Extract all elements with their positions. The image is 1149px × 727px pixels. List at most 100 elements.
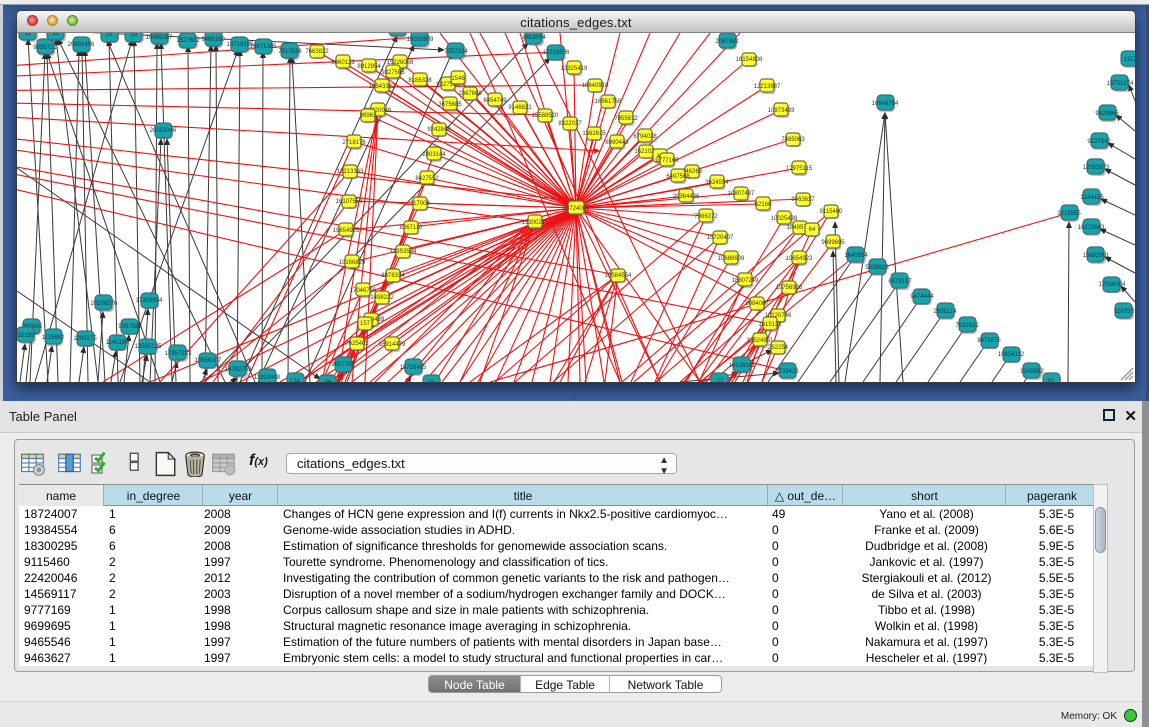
svg-text:8267110: 8267110 <box>400 225 424 231</box>
svg-text:11: 11 <box>25 33 32 37</box>
svg-text:92: 92 <box>1048 379 1055 382</box>
svg-text:8322037: 8322037 <box>558 121 582 127</box>
svg-text:1115682: 1115682 <box>42 335 65 341</box>
svg-text:9777169: 9777169 <box>655 158 679 164</box>
svg-text:15692901: 15692901 <box>1083 253 1110 259</box>
svg-text:1117: 1117 <box>1124 57 1135 63</box>
svg-text:17: 17 <box>717 379 724 382</box>
svg-text:15: 15 <box>428 380 435 382</box>
svg-text:8454749: 8454749 <box>483 98 507 104</box>
svg-text:19584554: 19584554 <box>605 273 632 279</box>
svg-text:9657791: 9657791 <box>331 362 355 368</box>
svg-text:1615132: 1615132 <box>758 322 782 328</box>
svg-text:12213383: 12213383 <box>337 169 364 175</box>
svg-text:11923448: 11923448 <box>254 375 281 381</box>
svg-text:7515526: 7515526 <box>278 49 302 55</box>
svg-text:8912954: 8912954 <box>357 64 381 70</box>
svg-text:9245652: 9245652 <box>1020 369 1044 375</box>
svg-text:6879197: 6879197 <box>888 279 912 285</box>
svg-text:1244415: 1244415 <box>1080 195 1104 201</box>
svg-text:7357224: 7357224 <box>444 49 468 55</box>
svg-text:16782759: 16782759 <box>225 367 252 373</box>
svg-text:16543382: 16543382 <box>369 84 396 90</box>
svg-text:15716485: 15716485 <box>400 365 427 371</box>
svg-text:1145194: 1145194 <box>106 340 130 346</box>
svg-text:13325419: 13325419 <box>561 66 588 72</box>
svg-text:2087682: 2087682 <box>715 39 739 45</box>
svg-text:2718176: 2718176 <box>342 140 366 146</box>
svg-text:9146821: 9146821 <box>508 105 532 111</box>
svg-text:9329966: 9329966 <box>1095 111 1119 117</box>
svg-text:9084067: 9084067 <box>745 301 769 307</box>
svg-text:117006: 117006 <box>410 201 430 207</box>
svg-text:6794028: 6794028 <box>633 134 657 140</box>
svg-text:8990448: 8990448 <box>605 140 629 146</box>
svg-text:14136141: 14136141 <box>729 363 756 369</box>
svg-text:64: 64 <box>809 227 816 233</box>
svg-text:3675685: 3675685 <box>438 102 462 108</box>
svg-text:12093873: 12093873 <box>1083 165 1110 171</box>
svg-text:12213987: 12213987 <box>754 84 781 90</box>
svg-text:157: 157 <box>360 321 371 327</box>
svg-text:10654112: 10654112 <box>998 352 1025 358</box>
svg-text:19654923: 19654923 <box>786 256 813 262</box>
svg-text:19166829: 19166829 <box>339 260 366 266</box>
svg-text:16648764: 16648764 <box>872 101 899 107</box>
svg-text:1498222: 1498222 <box>370 295 394 301</box>
svg-text:10807487: 10807487 <box>728 191 755 197</box>
svg-text:7632621: 7632621 <box>955 323 979 329</box>
svg-text:9699695: 9699695 <box>821 240 845 246</box>
svg-text:20: 20 <box>53 33 60 37</box>
svg-text:9115460: 9115460 <box>820 209 844 215</box>
svg-text:18807249: 18807249 <box>732 278 759 284</box>
svg-text:16210643: 16210643 <box>1078 225 1105 231</box>
svg-text:16914479: 16914479 <box>379 342 406 348</box>
svg-text:6466160: 6466160 <box>201 37 225 43</box>
svg-text:8471676: 8471676 <box>977 338 1001 344</box>
svg-text:10688609: 10688609 <box>718 256 745 262</box>
svg-text:7663822: 7663822 <box>305 49 329 55</box>
svg-text:19756928: 19756928 <box>776 285 803 291</box>
svg-text:124: 124 <box>290 379 301 382</box>
svg-text:17359924: 17359924 <box>136 298 163 304</box>
svg-text:98961: 98961 <box>360 113 377 119</box>
svg-text:8878334: 8878334 <box>381 273 405 279</box>
svg-text:9397588: 9397588 <box>118 324 142 330</box>
svg-text:1294275: 1294275 <box>73 336 97 342</box>
svg-text:17957223: 17957223 <box>165 351 192 357</box>
svg-text:3624554: 3624554 <box>705 180 729 186</box>
svg-text:20206576: 20206576 <box>91 301 118 307</box>
svg-text:7986372: 7986372 <box>694 214 718 220</box>
svg-text:10958107: 10958107 <box>195 358 222 364</box>
svg-text:96: 96 <box>325 380 332 382</box>
svg-text:2935114: 2935114 <box>934 309 958 315</box>
svg-text:62160: 62160 <box>755 202 772 208</box>
svg-text:6497568: 6497568 <box>666 174 690 180</box>
svg-text:7955812: 7955812 <box>614 116 638 122</box>
svg-text:2367608: 2367608 <box>458 91 482 97</box>
svg-text:15300215: 15300215 <box>522 220 549 226</box>
svg-text:10: 10 <box>131 33 138 38</box>
svg-text:7485063: 7485063 <box>781 137 805 143</box>
svg-text:16107554: 16107554 <box>336 199 363 205</box>
svg-text:12505135: 12505135 <box>135 344 162 350</box>
svg-text:10973493: 10973493 <box>768 108 795 114</box>
svg-text:16671385: 16671385 <box>250 44 277 50</box>
svg-text:18640910: 18640910 <box>582 83 609 89</box>
svg-text:13218506: 13218506 <box>543 50 570 56</box>
svg-text:8813054: 8813054 <box>522 35 546 41</box>
svg-text:20053346: 20053346 <box>150 128 177 134</box>
svg-text:15751074: 15751074 <box>1107 81 1134 87</box>
svg-text:5938923: 5938923 <box>865 265 889 271</box>
svg-text:16154808: 16154808 <box>736 57 763 63</box>
svg-text:9227342: 9227342 <box>1087 139 1111 145</box>
svg-text:1527602: 1527602 <box>176 38 200 44</box>
svg-text:9327505: 9327505 <box>381 70 405 76</box>
svg-text:15588520: 15588520 <box>532 113 559 119</box>
svg-text:12975115: 12975115 <box>786 166 813 172</box>
svg-text:2803144: 2803144 <box>422 152 446 158</box>
svg-text:8427552: 8427552 <box>415 176 439 182</box>
svg-text:1640954: 1640954 <box>844 253 868 259</box>
svg-text:15: 15 <box>106 33 113 38</box>
svg-text:1362615: 1362615 <box>582 131 606 137</box>
